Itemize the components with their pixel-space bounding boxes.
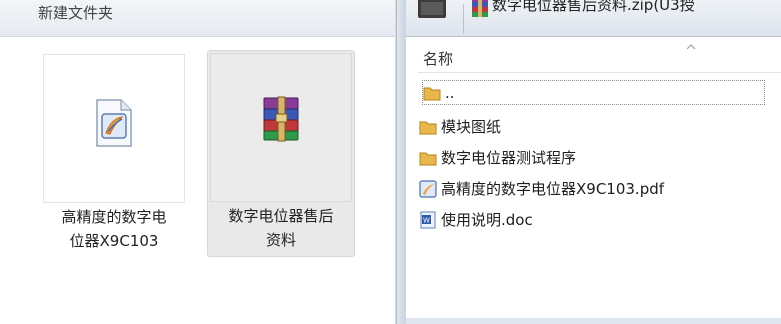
column-header[interactable]: 名称 xyxy=(418,44,781,73)
list-item-label: 使用说明.doc xyxy=(441,211,533,229)
folder-title: 新建文件夹 xyxy=(38,4,114,22)
window-frame xyxy=(406,318,781,324)
list-item-folder[interactable]: 模块图纸 xyxy=(418,111,781,142)
file-label: 数字电位器售后 资料 xyxy=(208,204,354,252)
svg-text:W: W xyxy=(423,216,430,224)
window-frame xyxy=(397,0,406,324)
file-thumbnail xyxy=(43,54,185,203)
folder-icon xyxy=(419,152,437,165)
winrar-archive-icon xyxy=(263,96,299,142)
file-label-line: 数字电位器售后 xyxy=(228,207,334,225)
list-item-label: 模块图纸 xyxy=(441,118,502,136)
toolbar-separator xyxy=(463,4,464,34)
file-label-line: 位器X9C103 xyxy=(69,232,159,250)
pdf-file-icon xyxy=(96,99,132,147)
explorer-pane: 新建文件夹 高精度的数字电 位器X9C103 数字电位器售后 资料 xyxy=(0,0,396,324)
list-item-file[interactable]: 高精度的数字电位器X9C103.pdf xyxy=(418,173,781,204)
folder-title-bar: 新建文件夹 xyxy=(0,0,395,37)
list-item-label: .. xyxy=(445,83,455,102)
folder-icon xyxy=(419,121,437,134)
sort-ascending-icon xyxy=(686,44,696,50)
archive-toolbar: 数字电位器售后资料.zip(U3授 xyxy=(406,0,781,37)
folder-up-icon xyxy=(423,87,441,100)
archive-file-list: .. 模块图纸 数字电位器测试程序 高精度的数字电位器X9C103.pdf W … xyxy=(418,80,781,235)
list-item-folder[interactable]: 数字电位器测试程序 xyxy=(418,142,781,173)
list-item-parent[interactable]: .. xyxy=(422,80,765,105)
list-item-label: 高精度的数字电位器X9C103.pdf xyxy=(441,180,665,198)
list-item-label: 数字电位器测试程序 xyxy=(441,149,577,167)
file-label: 高精度的数字电 位器X9C103 xyxy=(41,205,187,253)
word-doc-icon: W xyxy=(420,211,436,228)
archive-window: 数字电位器售后资料.zip(U3授 名称 .. 模块图纸 数字电位器测试程序 高… xyxy=(396,0,781,324)
pdf-file-icon xyxy=(419,179,437,198)
file-tile-archive[interactable]: 数字电位器售后 资料 xyxy=(207,50,355,257)
file-tile-pdf[interactable]: 高精度的数字电 位器X9C103 xyxy=(40,51,188,258)
column-name-header[interactable]: 名称 xyxy=(423,48,453,69)
archive-small-icon xyxy=(472,0,488,17)
archive-path: 数字电位器售后资料.zip(U3授 xyxy=(492,0,695,14)
list-item-file[interactable]: W 使用说明.doc xyxy=(418,204,781,235)
file-label-line: 资料 xyxy=(265,231,296,249)
file-label-line: 高精度的数字电 xyxy=(61,208,167,226)
file-thumbnail xyxy=(210,53,352,202)
up-folder-icon[interactable] xyxy=(416,0,448,20)
